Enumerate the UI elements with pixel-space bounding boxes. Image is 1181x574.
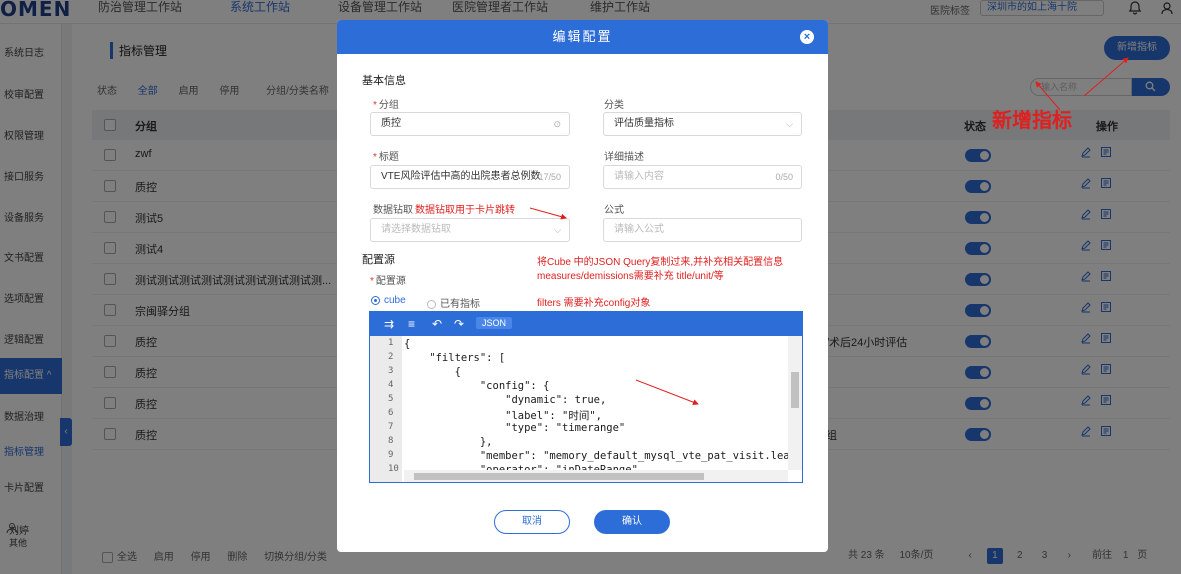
code-line: "config": { [404, 380, 550, 392]
line-number: 5 [388, 394, 394, 404]
editor-toolbar: ⇉ ≡ ↶ ↷ JSON [370, 312, 802, 336]
annotation-drill: 数据钻取用于卡片跳转 [415, 205, 515, 216]
dialog-title: 编辑配置 [552, 29, 613, 44]
line-number: 2 [388, 352, 394, 362]
json-editor[interactable]: ⇉ ≡ ↶ ↷ JSON { "filters": [ { "config": … [369, 311, 803, 483]
editor-vertical-scrollbar[interactable] [788, 336, 802, 470]
title-char-count: 17/50 [538, 172, 561, 182]
formula-label: 公式 [604, 205, 624, 216]
line-number: 7 [388, 422, 394, 432]
group-select[interactable]: 质控 ⊙ [370, 112, 570, 136]
line-number: 6 [388, 408, 394, 418]
undo-icon[interactable]: ↶ [432, 317, 442, 331]
line-number: 9 [388, 450, 394, 460]
cancel-button[interactable]: 取消 [494, 510, 570, 534]
basic-info-title: 基本信息 [362, 75, 406, 87]
group-label: * 分组 [373, 100, 399, 111]
editor-code[interactable]: { "filters": [ { "config": { "dynamic": … [404, 336, 788, 472]
chevron-down-icon: ⌵ [786, 119, 793, 129]
title-label: * 标题 [373, 152, 399, 163]
annotation-cube-3: filters 需要补充config对象 [537, 298, 651, 309]
chevron-down-icon: ⌵ [554, 225, 561, 235]
description-input[interactable]: 请输入内容 0/50 [603, 165, 802, 189]
redo-icon[interactable]: ↷ [454, 317, 464, 331]
formula-input[interactable]: 请输入公式 [603, 218, 802, 242]
description-char-count: 0/50 [775, 172, 793, 182]
editor-mode-badge[interactable]: JSON [476, 317, 513, 329]
annotation-cube-2: measures/demissions需要补充 title/unit/等 [537, 271, 724, 282]
line-number: 10 [388, 464, 399, 474]
line-number: 4 [388, 380, 394, 390]
line-number: 8 [388, 436, 394, 446]
config-source-label: * 配置源 [370, 276, 406, 287]
code-line: "dynamic": true, [404, 394, 607, 406]
dialog-header: 编辑配置 × [337, 20, 828, 54]
clear-icon: ⊙ [553, 119, 561, 129]
line-number: 3 [388, 366, 394, 376]
drill-label: 数据钻取 [373, 205, 413, 216]
code-line: "member": "memory_default_mysql_vte_pat_… [404, 450, 788, 462]
annotation-add-indicator: 新增指标 [992, 110, 1072, 132]
edit-config-dialog: 编辑配置 × 基本信息 * 分组 质控 ⊙ 分类 评估质量指标 ⌵ * 标题 VTE… [337, 20, 828, 552]
config-source-title: 配置源 [362, 254, 395, 266]
description-label: 详细描述 [604, 152, 644, 163]
code-line: "type": "timerange" [404, 422, 626, 434]
code-line: }, [404, 436, 493, 448]
source-option-cube[interactable]: cube [371, 295, 406, 306]
confirm-button[interactable]: 确认 [594, 510, 670, 534]
code-line: "label": "时间", [404, 410, 603, 422]
annotation-cube-1: 将Cube 中的JSON Query复制过来,并补充相关配置信息 [537, 257, 784, 268]
radio-selected-icon [371, 295, 380, 305]
close-icon[interactable]: × [800, 30, 814, 44]
compact-icon[interactable]: ≡ [408, 317, 415, 331]
source-option-existing[interactable]: 已有指标 [427, 295, 480, 310]
drill-select[interactable]: 请选择数据钻取 ⌵ [370, 218, 570, 242]
code-line: "filters": [ [404, 352, 506, 364]
line-number: 1 [388, 338, 394, 348]
title-input[interactable]: VTE风险评估中高的出院患者总例数 17/50 [370, 165, 570, 189]
code-line: { [404, 338, 411, 350]
category-label: 分类 [604, 100, 624, 111]
code-line: { [404, 366, 461, 378]
format-icon[interactable]: ⇉ [384, 317, 394, 331]
category-select[interactable]: 评估质量指标 ⌵ [603, 112, 802, 136]
radio-icon [427, 299, 436, 309]
editor-horizontal-scrollbar[interactable] [404, 470, 788, 482]
